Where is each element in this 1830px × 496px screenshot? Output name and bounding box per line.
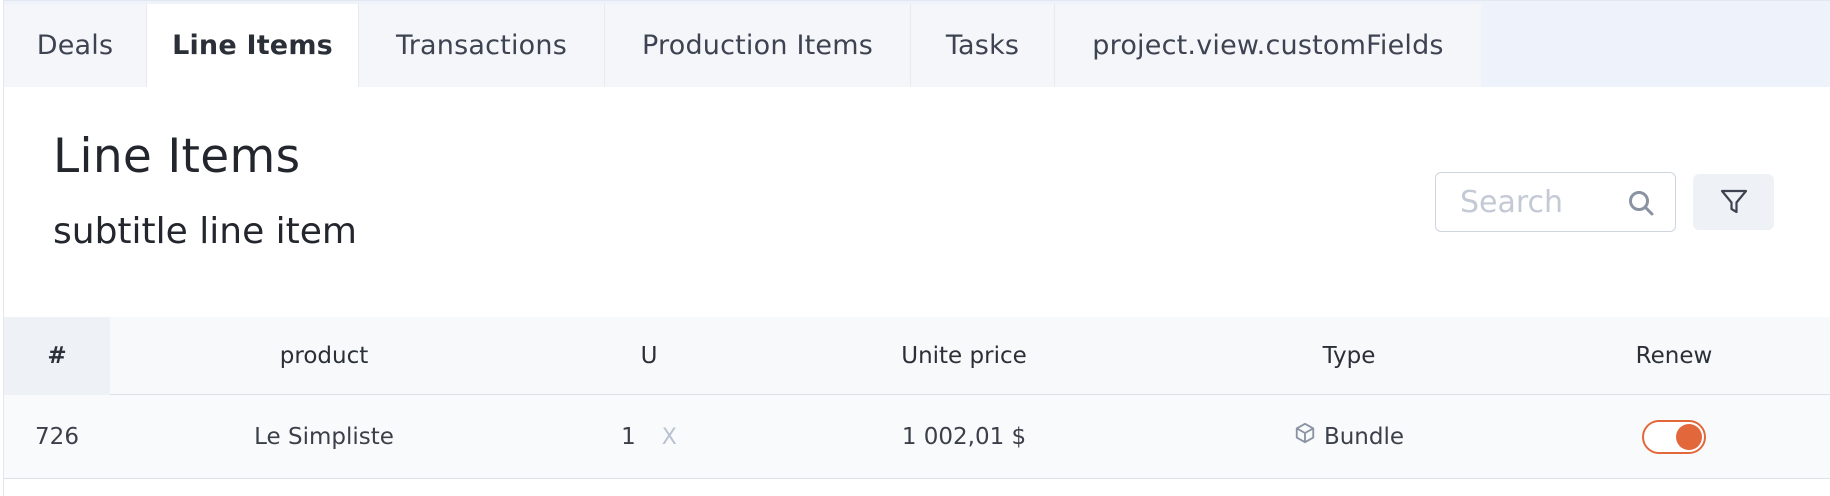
- cell-id: 726: [35, 424, 79, 450]
- tab-line-items[interactable]: Line Items: [147, 4, 358, 87]
- type-label: Bundle: [1323, 424, 1405, 450]
- tab-deals[interactable]: Deals: [4, 4, 146, 87]
- line-items-panel: Deals Line Items Transactions Production…: [3, 0, 1830, 496]
- page-subtitle: subtitle line item: [53, 211, 357, 252]
- column-header-type[interactable]: Type: [1244, 317, 1454, 395]
- column-header-product[interactable]: product: [169, 317, 479, 395]
- unit-value: 1: [621, 424, 636, 450]
- search-input[interactable]: [1460, 181, 1620, 223]
- search-box: [1435, 172, 1676, 232]
- cell-product: Le Simpliste: [254, 424, 394, 450]
- cell-unit: 1 X: [579, 395, 719, 479]
- column-header-unit-price[interactable]: Unite price: [804, 317, 1124, 395]
- table-row[interactable]: 726 Le Simpliste 1 X 1 002,01 $ Bundle: [4, 395, 1830, 479]
- column-header-renew[interactable]: Renew: [1574, 317, 1774, 395]
- line-items-table: # product U Unite price Type Renew 726 L…: [4, 317, 1830, 479]
- renew-toggle[interactable]: [1642, 420, 1706, 454]
- table-header: # product U Unite price Type Renew: [4, 317, 1830, 395]
- tab-transactions[interactable]: Transactions: [359, 4, 604, 87]
- cell-unit-price: 1 002,01 $: [901, 424, 1027, 450]
- search-icon[interactable]: [1627, 189, 1655, 217]
- unit-remove-button[interactable]: X: [662, 425, 677, 450]
- column-header-id[interactable]: #: [4, 317, 110, 395]
- column-header-unit[interactable]: U: [599, 317, 699, 395]
- filter-button[interactable]: [1693, 174, 1774, 230]
- filter-icon: [1720, 189, 1747, 214]
- tab-tasks[interactable]: Tasks: [911, 4, 1054, 87]
- cell-renew: [1574, 395, 1774, 479]
- toggle-knob: [1676, 424, 1702, 450]
- tab-bar: Deals Line Items Transactions Production…: [4, 1, 1830, 87]
- tab-custom-fields[interactable]: project.view.customFields: [1055, 4, 1481, 87]
- page-title: Line Items: [53, 129, 301, 184]
- cube-icon: [1295, 422, 1315, 444]
- cell-type: Bundle: [1244, 395, 1454, 479]
- tab-production-items[interactable]: Production Items: [605, 4, 910, 87]
